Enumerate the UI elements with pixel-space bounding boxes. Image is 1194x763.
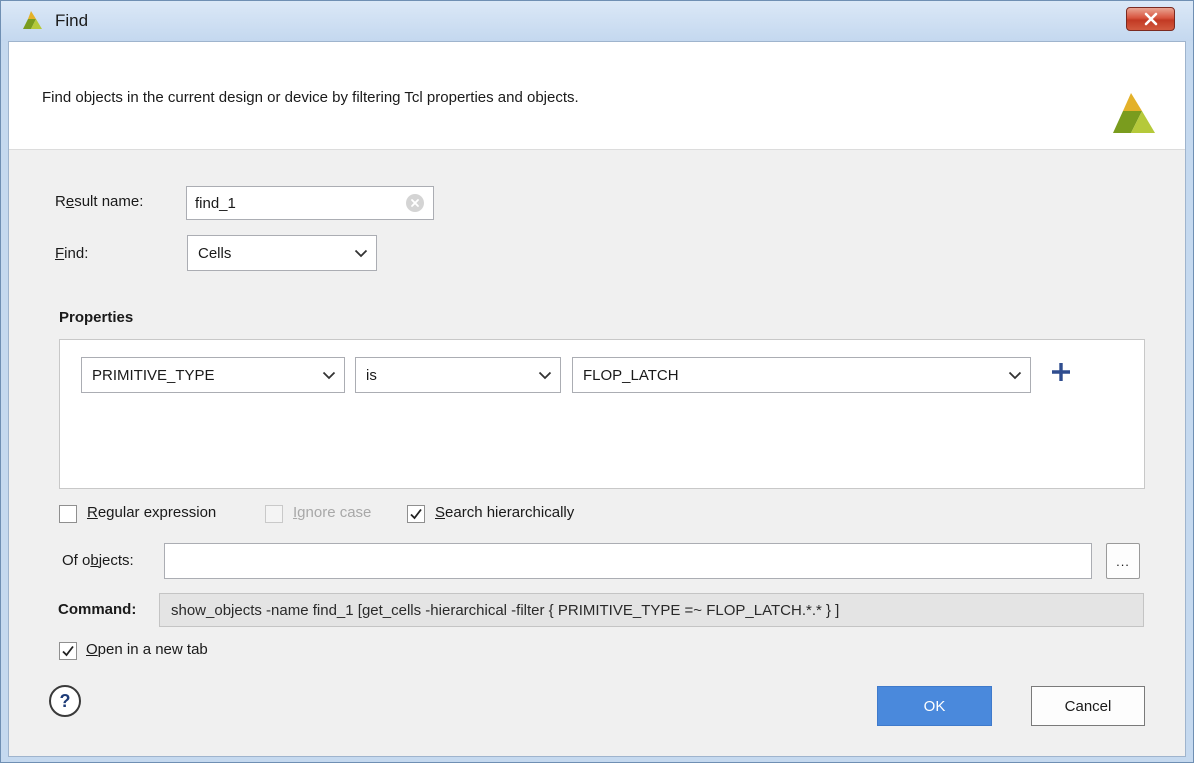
window-title: Find (55, 11, 89, 30)
search-hierarchically-label: Search hierarchically (435, 504, 575, 521)
operator-select[interactable]: is (355, 357, 561, 393)
title-bar[interactable]: Find (1, 1, 1193, 41)
find-dialog: Find Find objects in the current design … (0, 0, 1194, 763)
clear-icon[interactable] (406, 194, 424, 212)
chevron-down-icon (354, 249, 368, 258)
command-preview: show_objects -name find_1 [get_cells -hi… (159, 593, 1144, 627)
result-name-label: Result name: (55, 193, 144, 210)
dialog-header: Find objects in the current design or de… (9, 42, 1185, 150)
property-value: PRIMITIVE_TYPE (92, 366, 215, 384)
ok-button[interactable]: OK (877, 686, 992, 726)
dialog-body: Find objects in the current design or de… (8, 41, 1186, 757)
ignore-case-checkbox[interactable] (265, 505, 283, 523)
close-icon (1144, 12, 1157, 26)
command-label: Command: (58, 601, 137, 618)
regular-expression-label: Regular expression (87, 504, 217, 521)
find-type-select[interactable]: Cells (187, 235, 377, 271)
properties-panel: PRIMITIVE_TYPE is FLOP_LATCH (59, 339, 1145, 489)
command-text: show_objects -name find_1 [get_cells -hi… (171, 601, 840, 619)
help-icon[interactable]: ? (49, 685, 81, 717)
of-objects-input[interactable] (164, 543, 1092, 579)
property-select[interactable]: PRIMITIVE_TYPE (81, 357, 345, 393)
search-hierarchically-checkbox[interactable] (407, 505, 425, 523)
checkmark-icon (62, 645, 74, 657)
open-new-tab-label: Open in a new tab (86, 641, 208, 658)
vivado-logo-icon (1113, 93, 1155, 133)
close-button[interactable] (1126, 7, 1175, 31)
open-new-tab-checkbox[interactable] (59, 642, 77, 660)
value-select[interactable]: FLOP_LATCH (572, 357, 1031, 393)
header-description: Find objects in the current design or de… (42, 89, 579, 106)
browse-objects-button[interactable]: ... (1106, 543, 1140, 579)
find-label: Find: (55, 245, 89, 262)
find-type-value: Cells (198, 244, 232, 262)
chevron-down-icon (322, 371, 336, 380)
result-name-value: find_1 (195, 194, 236, 212)
vivado-logo-icon (23, 11, 42, 29)
of-objects-label: Of objects: (62, 552, 134, 569)
regular-expression-checkbox[interactable] (59, 505, 77, 523)
operator-value: is (366, 366, 377, 384)
add-property-plus-icon[interactable] (1050, 361, 1072, 383)
value-text: FLOP_LATCH (583, 366, 679, 384)
chevron-down-icon (1008, 371, 1022, 380)
checkmark-icon (410, 508, 422, 520)
properties-heading: Properties (59, 309, 134, 326)
result-name-input[interactable]: find_1 (186, 186, 434, 220)
cancel-button[interactable]: Cancel (1031, 686, 1145, 726)
ignore-case-label: Ignore case (293, 504, 372, 521)
chevron-down-icon (538, 371, 552, 380)
